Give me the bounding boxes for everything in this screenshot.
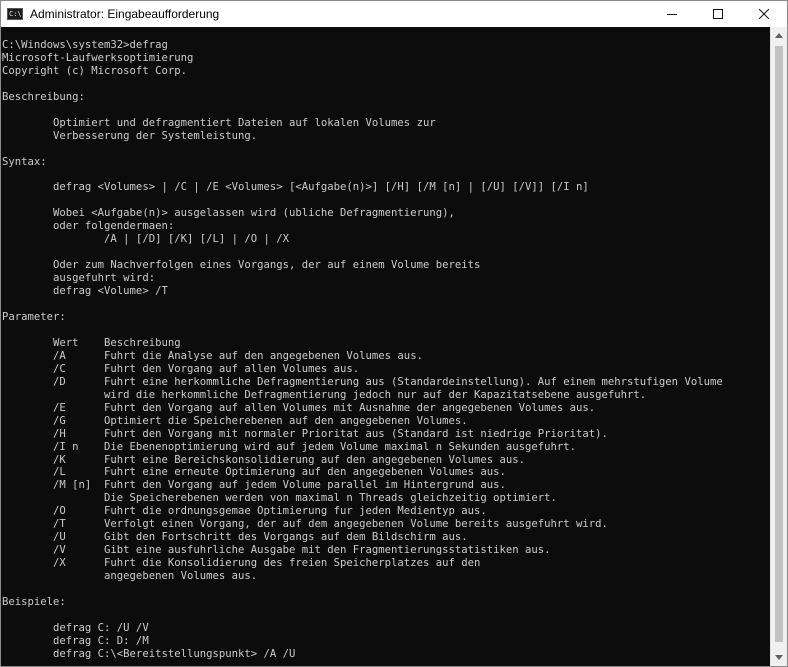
console-line: /C Fuhrt den Vorgang auf allen Volumes a… <box>2 362 360 375</box>
scroll-down-button[interactable] <box>771 649 787 666</box>
console-line: /L Fuhrt eine erneute Optimierung auf de… <box>2 466 506 479</box>
close-button[interactable] <box>741 1 787 27</box>
console-line: /H Fuhrt den Vorgang mit normaler Priori… <box>2 427 608 440</box>
triangle-up-icon <box>775 33 783 38</box>
vertical-scrollbar[interactable] <box>770 27 787 666</box>
console-line: ausgefuhrt wird: <box>2 272 156 285</box>
window-controls <box>649 1 787 27</box>
console-line: Optimiert und defragmentiert Dateien auf… <box>2 116 436 129</box>
console-line: /V Gibt eine ausfuhrliche Ausgabe mit de… <box>2 544 551 557</box>
minimize-icon <box>667 14 677 15</box>
console-output: C:\Windows\system32>defrag Microsoft-Lau… <box>1 27 771 661</box>
console-line: /K Fuhrt eine Bereichskonsolidierung auf… <box>2 453 525 466</box>
maximize-icon <box>713 9 723 19</box>
console-line: defrag C:\<Bereitstellungspunkt> /A /U <box>2 647 296 660</box>
console-line: defrag <Volumes> | /C | /E <Volumes> [<A… <box>2 181 589 194</box>
console-line: C:\Windows\system32>defrag <box>2 39 168 51</box>
console-line: Wert Beschreibung <box>2 336 181 349</box>
console-line: /M [n] Fuhrt den Vorgang auf jedem Volum… <box>2 479 506 492</box>
title-bar[interactable]: C:\ Administrator: Eingabeaufforderung <box>1 1 787 27</box>
console-line: /A Fuhrt die Analyse auf den angegebenen… <box>2 349 423 362</box>
console-line: Microsoft-Laufwerksoptimierung <box>2 51 194 64</box>
triangle-down-icon <box>775 655 783 660</box>
console-line: Syntax: <box>2 155 47 168</box>
console-line: Copyright (c) Microsoft Corp. <box>2 64 187 77</box>
console-line: Die Speicherebenen werden von maximal n … <box>2 492 557 505</box>
console-line: defrag <Volume> /T <box>2 285 168 298</box>
console-output-area[interactable]: C:\Windows\system32>defrag Microsoft-Lau… <box>1 27 771 666</box>
console-line: defrag C: /U /V <box>2 621 149 634</box>
console-line: /X Fuhrt die Konsolidierung des freien S… <box>2 557 481 570</box>
scroll-up-button[interactable] <box>771 27 787 44</box>
console-window: C:\ Administrator: Eingabeaufforderung C… <box>0 0 788 667</box>
console-line: /G Optimiert die Speicherebenen auf den … <box>2 414 468 427</box>
close-icon <box>759 9 769 19</box>
console-line: Oder zum Nachverfolgen eines Vorgangs, d… <box>2 259 481 272</box>
console-line: /E Fuhrt den Vorgang auf allen Volumes m… <box>2 401 596 414</box>
console-line: angegebenen Volumes aus. <box>2 570 258 583</box>
console-line: /A | [/D] [/K] [/L] | /O | /X <box>2 233 290 246</box>
console-line: Parameter: <box>2 311 66 324</box>
console-line: /I n Die Ebenenoptimierung wird auf jede… <box>2 440 577 453</box>
console-line: /D Fuhrt eine herkommliche Defragmentier… <box>2 375 723 388</box>
console-line: wird die herkommliche Defragmentierung j… <box>2 388 647 401</box>
console-line: Verbesserung der Systemleistung. <box>2 129 258 142</box>
console-line: oder folgendermaen: <box>2 220 175 233</box>
command-prompt-icon[interactable]: C:\ <box>7 8 23 20</box>
console-line: /T Verfolgt einen Vorgang, der auf dem a… <box>2 518 608 531</box>
console-line: /O Fuhrt die ordnungsgemae Optimierung f… <box>2 505 487 518</box>
minimize-button[interactable] <box>649 1 695 27</box>
console-line: Beispiele: <box>2 595 66 608</box>
maximize-button[interactable] <box>695 1 741 27</box>
scrollbar-thumb[interactable] <box>775 46 783 642</box>
console-line: /U Gibt den Fortschritt des Vorgangs auf… <box>2 531 468 544</box>
console-line: Beschreibung: <box>2 90 85 103</box>
window-title: Administrator: Eingabeaufforderung <box>30 7 220 21</box>
console-line: Wobei <Aufgabe(n)> ausgelassen wird (ubl… <box>2 207 455 220</box>
console-line: defrag C: D: /M <box>2 634 149 647</box>
